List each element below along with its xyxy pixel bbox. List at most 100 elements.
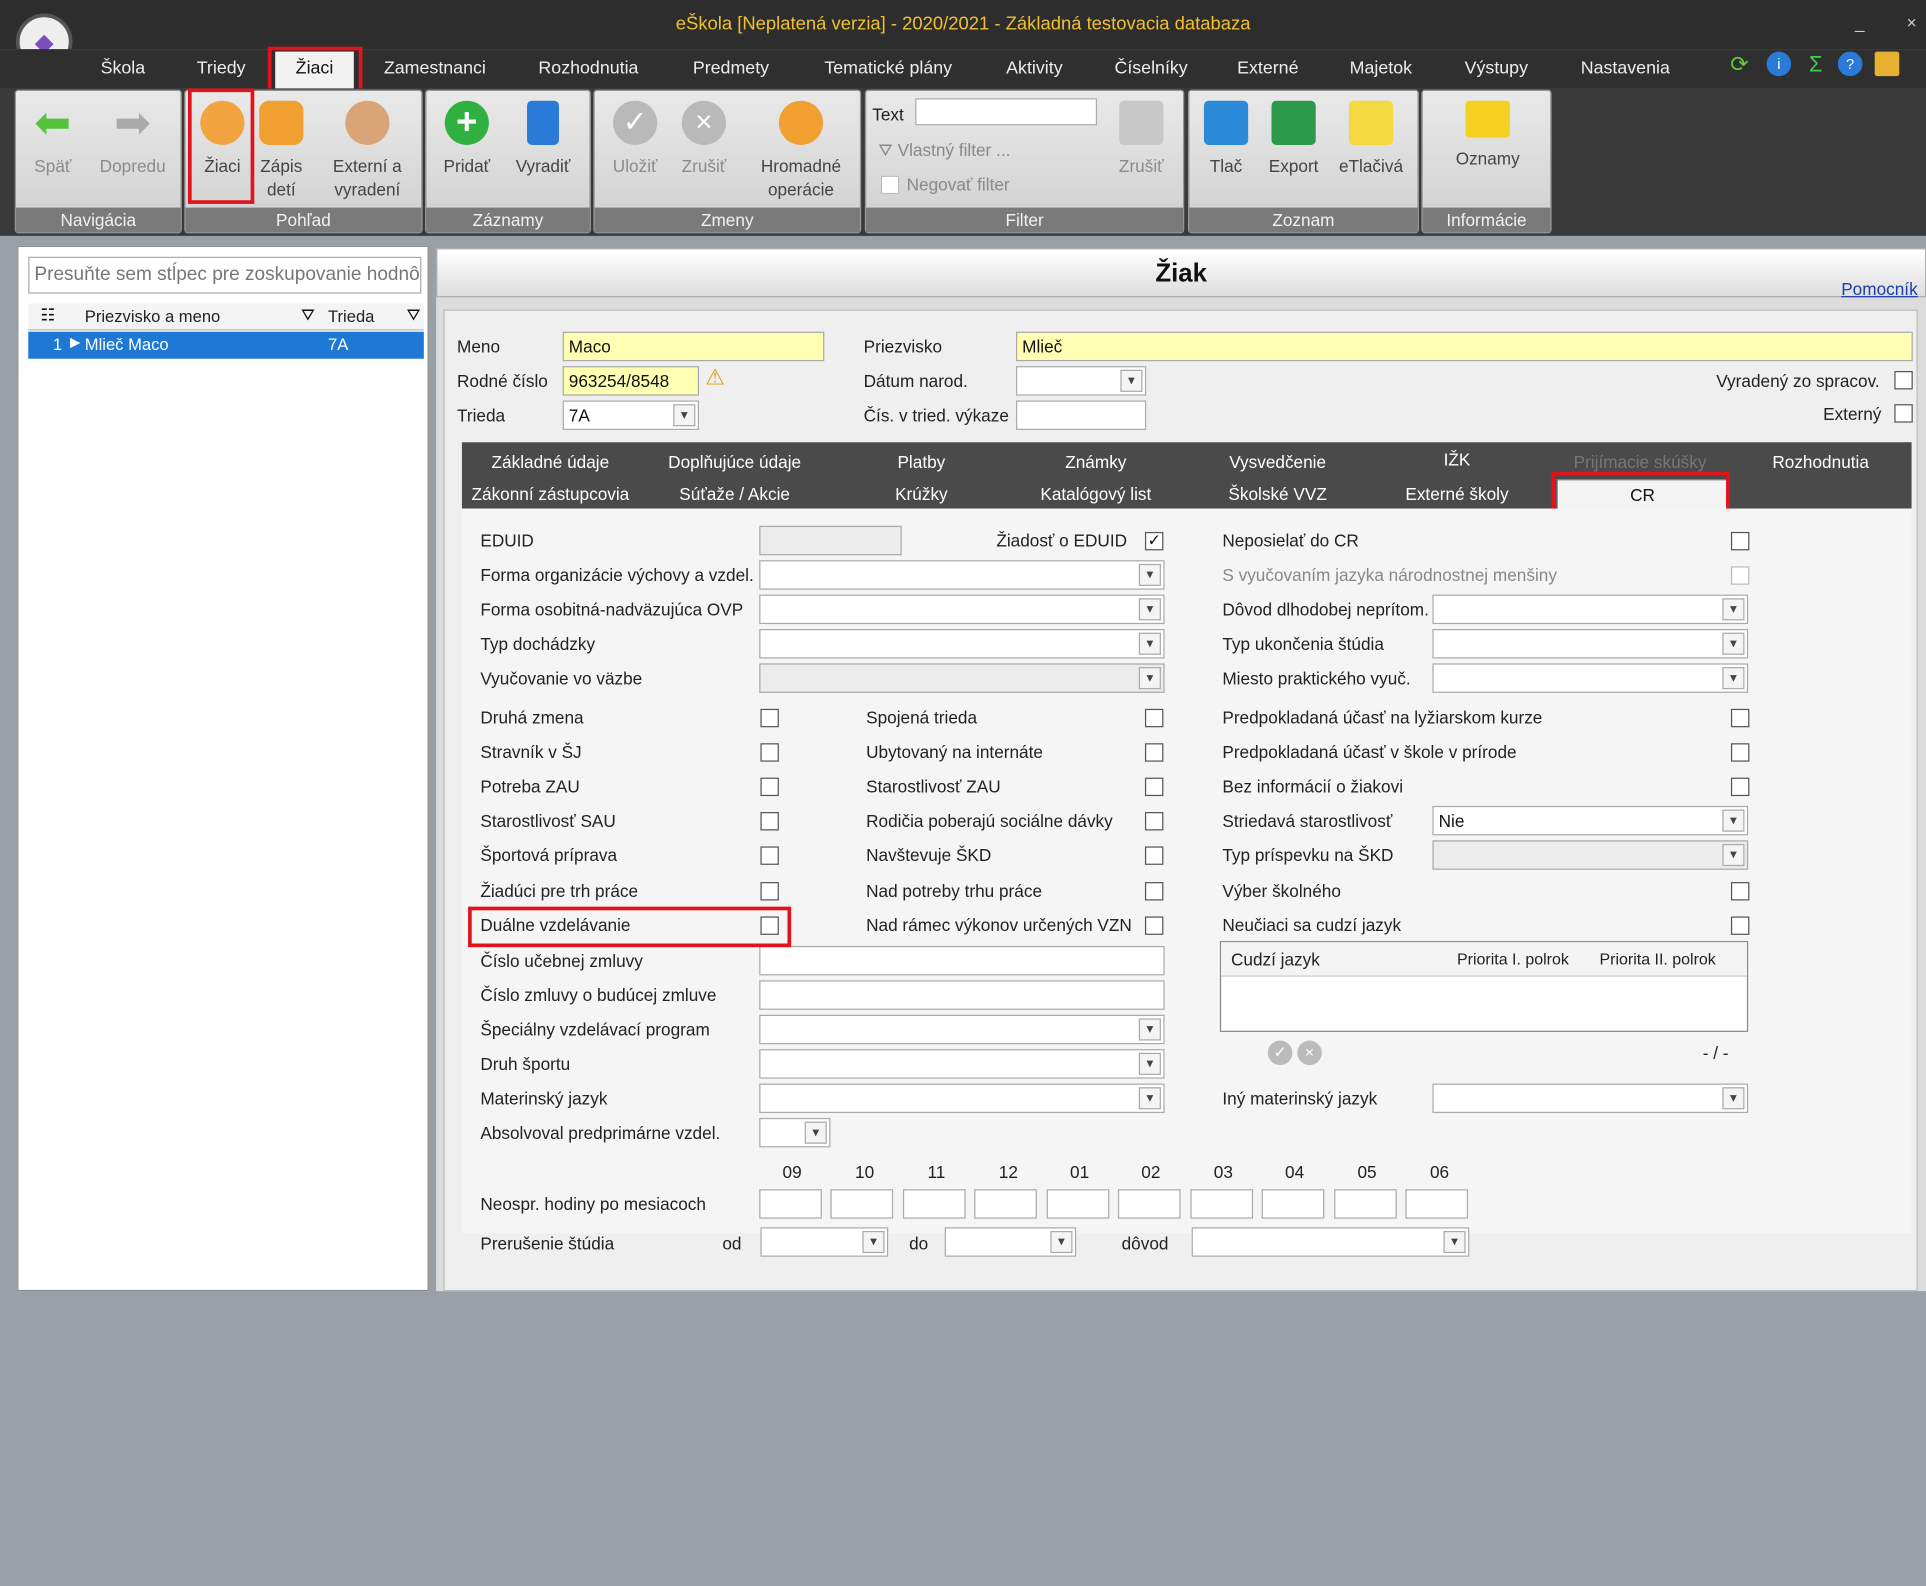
menu-aktivity[interactable]: Aktivity (990, 49, 1078, 88)
prerusenie-do-select[interactable]: ▾ (944, 1227, 1077, 1257)
table-row[interactable]: 1 ▶ Mlieč Maco 7A (28, 331, 424, 359)
column-header[interactable]: Cudzí jazyk (1231, 947, 1320, 972)
menu-tematicke-plany[interactable]: Tematické plány (811, 49, 966, 88)
forward-button[interactable]: ➡ Dopredu (90, 93, 176, 178)
menu-skola[interactable]: Škola (88, 49, 157, 88)
month-hours-input[interactable] (1046, 1189, 1110, 1219)
month-hours-input[interactable] (902, 1189, 966, 1219)
filter-text-input[interactable] (915, 98, 1098, 126)
specialny-select[interactable]: ▾ (759, 1014, 1165, 1045)
starostlivost-sau-checkbox[interactable] (760, 812, 779, 831)
ziadost-eduid-checkbox[interactable]: ✓ (1144, 531, 1164, 551)
info-icon[interactable]: i (1766, 51, 1792, 77)
tab-prijimacie-skusky[interactable]: Prijímacie skúšky (1549, 447, 1731, 476)
tab-platby[interactable]: Platby (830, 447, 1012, 476)
negovat-filter-checkbox[interactable] (880, 175, 900, 195)
month-hours-input[interactable] (1261, 1189, 1325, 1219)
ubytovany-checkbox[interactable] (1144, 743, 1164, 762)
menu-rozhodnutia[interactable]: Rozhodnutia (526, 49, 651, 88)
tab-znamky[interactable]: Známky (1005, 447, 1187, 476)
s-vyucovanim-checkbox[interactable] (1730, 566, 1750, 585)
column-header[interactable]: Priorita I. polrok (1457, 947, 1569, 972)
month-hours-input[interactable] (1190, 1189, 1254, 1219)
tab-katalogovy-list[interactable]: Katalógový list (1005, 479, 1187, 508)
cancel-icon[interactable]: × (1297, 1040, 1322, 1066)
oznamy-button[interactable]: Oznamy (1432, 93, 1543, 170)
potreba-zau-checkbox[interactable] (760, 777, 779, 797)
chevron-down-icon[interactable]: ▾ (1138, 667, 1161, 690)
chevron-down-icon[interactable]: ▾ (1722, 667, 1745, 690)
menu-ciselniky[interactable]: Číselníky (1103, 49, 1199, 88)
menu-majetok[interactable]: Majetok (1337, 49, 1425, 88)
group-by-drop-area[interactable]: Presuňte sem stĺpec pre zoskupovanie hod… (28, 256, 422, 294)
column-header-trieda[interactable]: Trieda (328, 305, 374, 330)
ziaci-button[interactable]: Žiaci (193, 93, 252, 178)
month-hours-input[interactable] (1405, 1189, 1469, 1219)
menu-ziaci[interactable]: Žiaci (275, 51, 354, 89)
month-hours-input[interactable] (1334, 1189, 1397, 1219)
meno-input[interactable]: Maco (562, 331, 825, 362)
starostlivost-zau-checkbox[interactable] (1144, 777, 1164, 797)
navstevuje-skd-checkbox[interactable] (1144, 846, 1164, 865)
chevron-down-icon[interactable]: ▾ (1120, 369, 1143, 392)
menu-vystupy[interactable]: Výstupy (1450, 49, 1543, 88)
export-button[interactable]: Export (1260, 93, 1326, 178)
filter-icon[interactable]: ⛛ (407, 306, 421, 326)
column-header[interactable]: Priorita II. polrok (1600, 947, 1716, 972)
iny-materinsky-select[interactable]: ▾ (1432, 1083, 1749, 1114)
chevron-down-icon[interactable]: ▾ (862, 1230, 885, 1254)
nad-potreby-checkbox[interactable] (1144, 882, 1164, 901)
eduid-input[interactable] (759, 525, 902, 556)
chevron-down-icon[interactable]: ▾ (1138, 563, 1161, 586)
forma-org-select[interactable]: ▾ (759, 560, 1165, 590)
pomocnik-link[interactable]: Pomocník (1841, 264, 1917, 313)
dovod-prerusenia-select[interactable]: ▾ (1191, 1227, 1470, 1257)
column-header-name[interactable]: Priezvisko a meno (85, 305, 220, 330)
sportova-priprava-checkbox[interactable] (760, 846, 779, 865)
chevron-down-icon[interactable]: ▾ (1138, 632, 1161, 655)
minimize-button[interactable]: _ (1855, 12, 1865, 32)
absolvoval-select[interactable]: ▾ (759, 1117, 831, 1148)
tab-izk[interactable]: IŽK (1366, 445, 1548, 474)
tab-doplnujuce-udaje[interactable]: Doplňujúce údaje (644, 447, 826, 476)
neposielat-checkbox[interactable] (1730, 531, 1750, 551)
typ-prispevku-select[interactable]: ▾ (1432, 840, 1749, 870)
month-hours-input[interactable] (759, 1189, 822, 1219)
zapis-deti-button[interactable]: Zápis detí (254, 93, 308, 201)
vyucovanie-vazbe-select[interactable]: ▾ (759, 663, 1165, 693)
zrusit-filter-button[interactable]: Zrušiť (1107, 93, 1176, 178)
materinsky-select[interactable]: ▾ (759, 1083, 1165, 1114)
stravnik-checkbox[interactable] (760, 743, 779, 762)
tlac-button[interactable]: Tlač (1197, 93, 1256, 178)
ulozit-button[interactable]: ✓ Uložiť (602, 93, 668, 178)
lyziarsky-kurz-checkbox[interactable] (1730, 708, 1750, 728)
menu-predmety[interactable]: Predmety (682, 49, 780, 88)
menu-triedy[interactable]: Triedy (184, 49, 258, 88)
priezvisko-input[interactable]: Mlieč (1015, 331, 1913, 362)
close-button[interactable]: × (1907, 12, 1917, 32)
chevron-down-icon[interactable]: ▾ (1138, 1052, 1161, 1075)
cislo-zmluvy-input[interactable] (759, 980, 1165, 1010)
vyradit-button[interactable]: Vyradiť (505, 93, 581, 178)
externi-button[interactable]: Externí a vyradení (318, 93, 416, 201)
cislo-vykaz-input[interactable] (1015, 400, 1147, 430)
zrusit-zmeny-button[interactable]: × Zrušiť (671, 93, 737, 178)
chevron-down-icon[interactable]: ▾ (1722, 843, 1745, 867)
etlaciva-button[interactable]: eTlačivá (1332, 93, 1411, 178)
chevron-down-icon[interactable]: ▾ (1722, 598, 1745, 621)
chevron-down-icon[interactable]: ▾ (1443, 1230, 1466, 1254)
forma-osob-select[interactable]: ▾ (759, 594, 1165, 625)
ziaduci-checkbox[interactable] (760, 882, 779, 901)
druh-sportu-select[interactable]: ▾ (759, 1049, 1165, 1079)
month-hours-input[interactable] (974, 1189, 1037, 1219)
month-hours-input[interactable] (1117, 1189, 1181, 1219)
dualne-vzdelavanie-checkbox[interactable] (760, 916, 779, 935)
menu-nastavenia[interactable]: Nastavenia (1568, 49, 1683, 88)
chevron-down-icon[interactable]: ▾ (1138, 1087, 1161, 1110)
skola-v-prirode-checkbox[interactable] (1730, 743, 1750, 762)
vyradeny-checkbox[interactable] (1894, 371, 1913, 390)
menu-externe[interactable]: Externé (1224, 49, 1312, 88)
bez-informacii-checkbox[interactable] (1730, 777, 1750, 797)
month-hours-input[interactable] (830, 1189, 894, 1219)
chevron-down-icon[interactable]: ▾ (1138, 1018, 1161, 1041)
